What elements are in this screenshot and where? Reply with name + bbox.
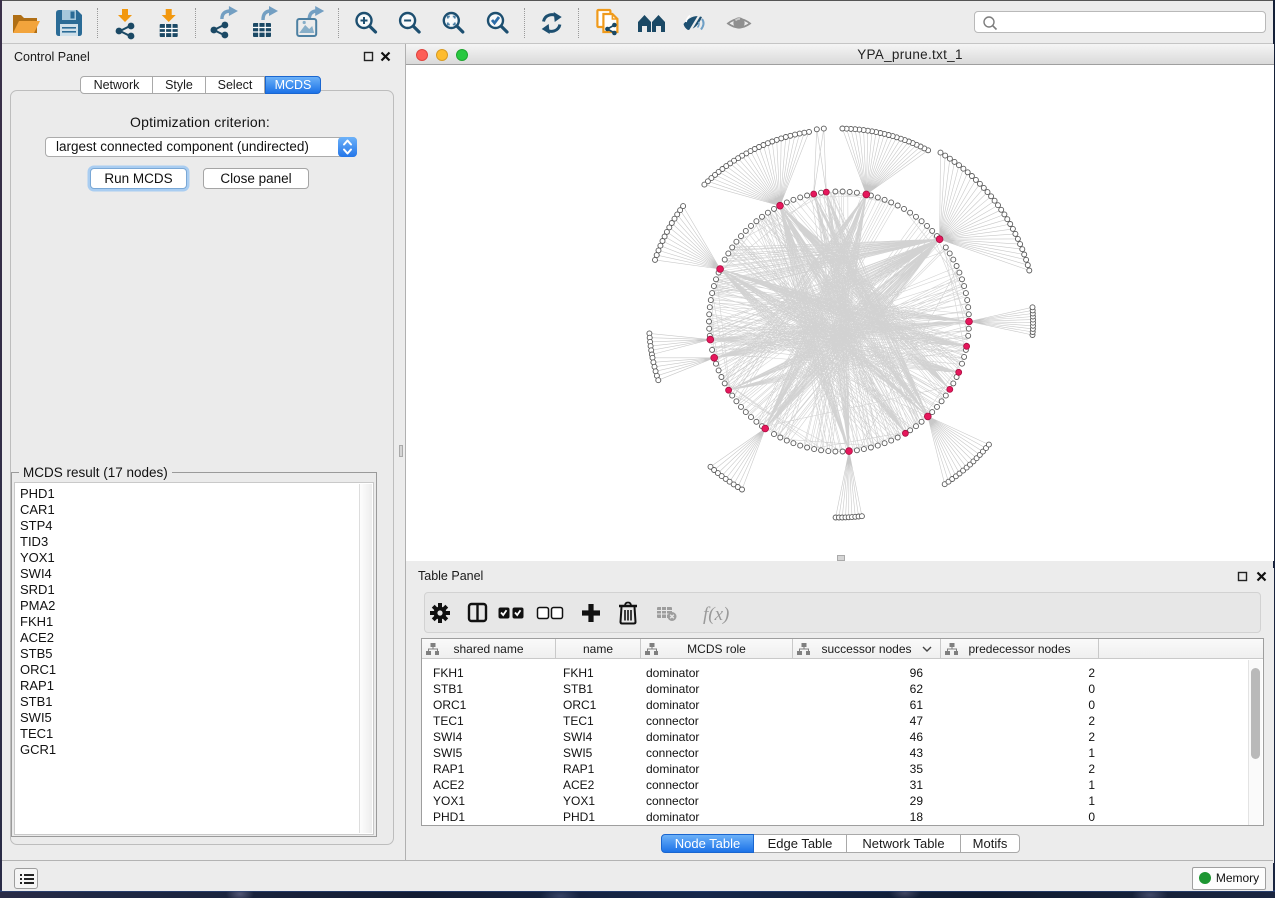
svg-text:f(x): f(x) (703, 604, 729, 625)
